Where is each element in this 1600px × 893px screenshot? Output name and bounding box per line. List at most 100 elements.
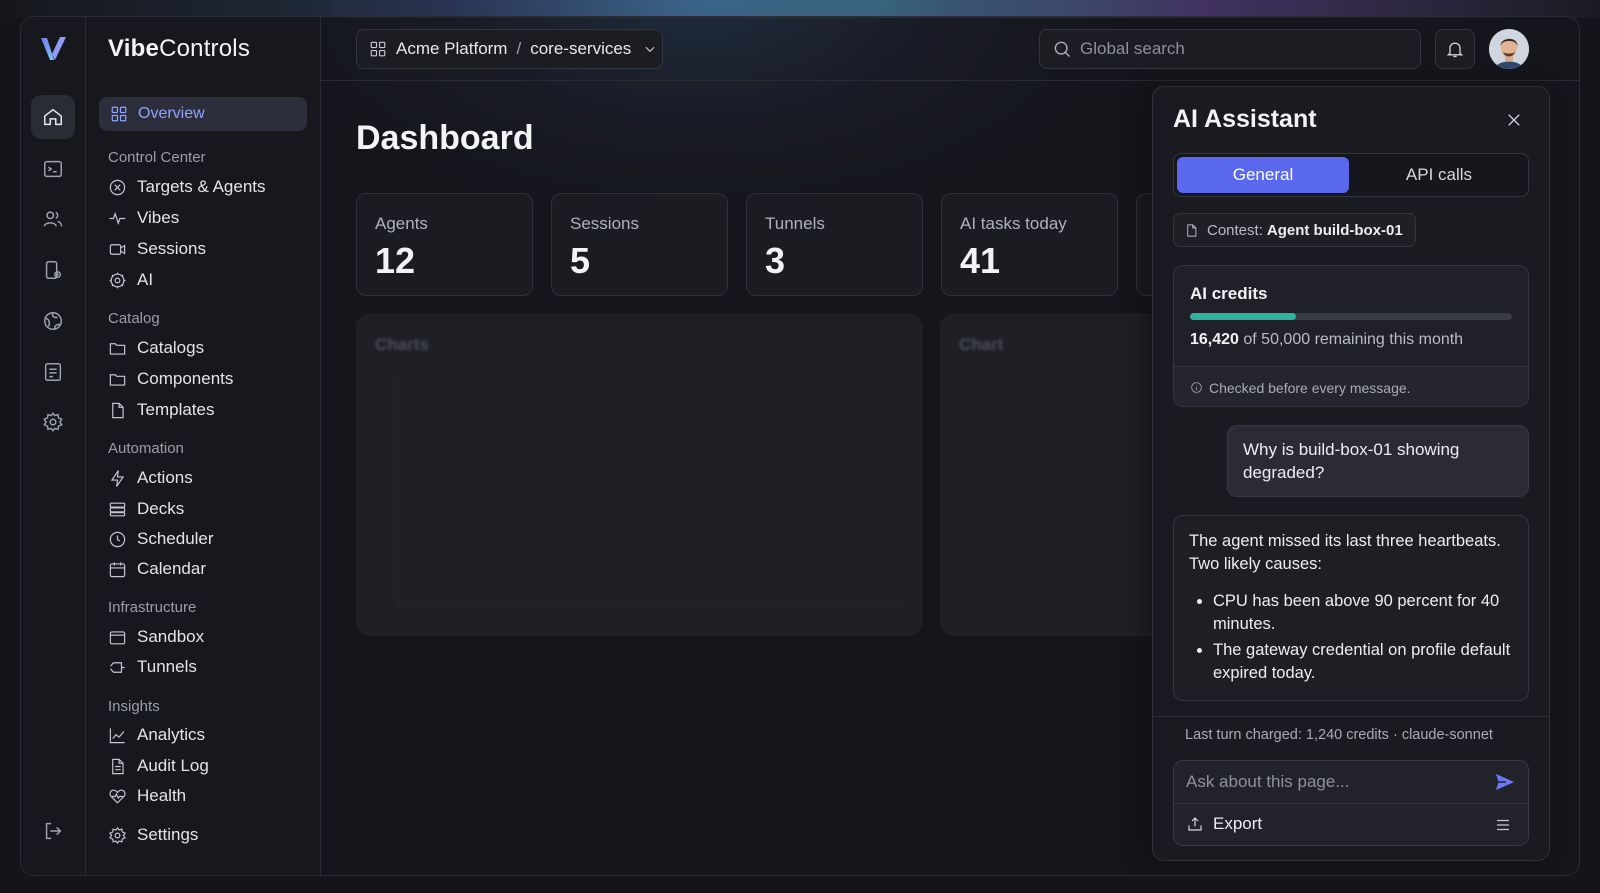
window-icon	[109, 630, 126, 644]
sidebar-item-ai[interactable]: AI	[108, 268, 153, 292]
list-item: The gateway credential on profile defaul…	[1213, 639, 1513, 685]
calendar-icon	[109, 561, 126, 577]
chart-card-left: Charts	[356, 314, 922, 636]
context-value: Agent build-box-01	[1266, 221, 1403, 239]
folder-icon	[109, 373, 126, 386]
upload-icon	[1188, 817, 1202, 831]
stat-value: 5	[570, 240, 591, 281]
sidebar-item-tunnels[interactable]: Tunnels	[108, 655, 197, 679]
document-icon	[112, 758, 124, 774]
stat-card-ai-tasks[interactable]: AI tasks today 41	[941, 193, 1118, 296]
gear-icon[interactable]	[31, 400, 75, 444]
x-circle-icon	[109, 179, 126, 195]
sidebar-item-decks[interactable]: Decks	[108, 497, 184, 521]
workspace-name: Acme Platform	[396, 39, 508, 58]
home-icon[interactable]	[31, 95, 75, 139]
sidebar-item-settings[interactable]: Settings	[108, 823, 198, 847]
gear-icon	[109, 826, 126, 844]
list-icon[interactable]	[31, 350, 75, 394]
user-photo-icon	[1489, 29, 1529, 69]
stack-icon	[109, 502, 126, 516]
stat-label: Agents	[375, 214, 428, 233]
menu-button[interactable]	[1494, 816, 1512, 839]
stat-label: Tunnels	[765, 214, 825, 233]
breadcrumb-separator: /	[516, 39, 522, 58]
global-search[interactable]: Global search	[1039, 29, 1421, 69]
sidebar-item-vibes[interactable]: Vibes	[108, 206, 179, 230]
workspace-switcher[interactable]: Acme Platform / core-services	[356, 29, 663, 69]
sidebar-item-catalogs[interactable]: Catalogs	[108, 336, 204, 360]
panel-title: AI Assistant	[1173, 105, 1317, 133]
folder-icon	[109, 342, 126, 355]
sidebar-item-label: Overview	[138, 105, 205, 122]
close-button[interactable]	[1501, 107, 1527, 133]
credits-remaining: 16,420 of 50,000 remaining this month	[1190, 331, 1464, 348]
charge-status: Last turn charged: 1,240 credits · claud…	[1185, 727, 1493, 743]
globe-icon[interactable]	[31, 299, 75, 343]
tunnel-icon	[110, 661, 125, 673]
sidebar-item-health[interactable]: Health	[108, 784, 186, 808]
sidebar-item-sessions[interactable]: Sessions	[108, 237, 206, 261]
logout-icon[interactable]	[31, 809, 75, 853]
info-icon	[1191, 382, 1202, 393]
sidebar-item-actions[interactable]: Actions	[108, 466, 193, 490]
sidebar-item-overview[interactable]: Overview	[99, 97, 307, 131]
heart-pulse-icon	[109, 789, 126, 804]
export-button[interactable]: Export	[1186, 814, 1262, 834]
avatar[interactable]	[1489, 29, 1529, 69]
stat-label: Sessions	[570, 214, 639, 233]
chart-axes	[397, 377, 902, 607]
file-icon	[1187, 223, 1197, 237]
assistant-message-intro: The agent missed its last three heartbea…	[1189, 532, 1501, 573]
sidebar-item-components[interactable]: Components	[108, 367, 233, 391]
lightning-icon	[110, 469, 125, 487]
send-icon	[1495, 773, 1515, 791]
device-icon[interactable]	[31, 248, 75, 292]
users-icon[interactable]	[31, 197, 75, 241]
message-composer: Export	[1173, 760, 1529, 846]
icon-rail	[21, 17, 86, 875]
vibecontrols-logo[interactable]	[38, 33, 70, 65]
list-item: CPU has been above 90 percent for 40 min…	[1213, 590, 1513, 636]
stat-value: 3	[765, 240, 786, 281]
clock-icon	[109, 531, 126, 547]
terminal-icon[interactable]	[31, 147, 75, 191]
tab-api-calls[interactable]: API calls	[1353, 157, 1525, 193]
section-control-center: Control Center	[108, 149, 206, 166]
chart-title: Chart	[959, 335, 1004, 354]
grid-icon	[370, 41, 386, 57]
stat-card-sessions[interactable]: Sessions 5	[551, 193, 728, 296]
composer-toolbar: Export	[1174, 803, 1528, 845]
assistant-message-list: CPU has been above 90 percent for 40 min…	[1189, 590, 1513, 685]
sidebar-item-sandbox[interactable]: Sandbox	[108, 625, 204, 649]
sidebar-item-calendar[interactable]: Calendar	[108, 557, 206, 581]
tab-general[interactable]: General	[1177, 157, 1349, 193]
context-chip[interactable]: Contest: Agent build-box-01	[1173, 213, 1416, 247]
line-chart-icon	[109, 727, 125, 743]
video-icon	[109, 243, 126, 255]
sidebar-item-targets-agents[interactable]: Targets & Agents	[108, 175, 266, 199]
section-automation: Automation	[108, 440, 184, 457]
search-placeholder: Global search	[1080, 39, 1185, 58]
stat-card-agents[interactable]: Agents 12	[356, 193, 533, 296]
credits-progress-bar	[1190, 313, 1512, 320]
chart-title: Charts	[375, 335, 429, 354]
sidebar-item-templates[interactable]: Templates	[108, 398, 214, 422]
sidebar-item-scheduler[interactable]: Scheduler	[108, 527, 214, 551]
bell-icon	[1446, 42, 1464, 58]
close-icon	[1508, 114, 1520, 126]
section-catalog: Catalog	[108, 310, 160, 327]
divider	[1153, 716, 1549, 717]
project-name: core-services	[530, 39, 632, 58]
assistant-message: The agent missed its last three heartbea…	[1173, 515, 1529, 701]
page-title: Dashboard	[356, 119, 534, 157]
sidebar-item-audit-log[interactable]: Audit Log	[108, 754, 209, 778]
grid-icon	[111, 106, 127, 122]
stat-card-tunnels[interactable]: Tunnels 3	[746, 193, 923, 296]
notifications-button[interactable]	[1435, 29, 1475, 69]
brand-name: VibeControls	[108, 35, 251, 62]
send-button[interactable]	[1492, 770, 1518, 794]
section-insights: Insights	[108, 698, 160, 715]
message-input[interactable]	[1174, 761, 1484, 803]
sidebar-item-analytics[interactable]: Analytics	[108, 723, 205, 747]
